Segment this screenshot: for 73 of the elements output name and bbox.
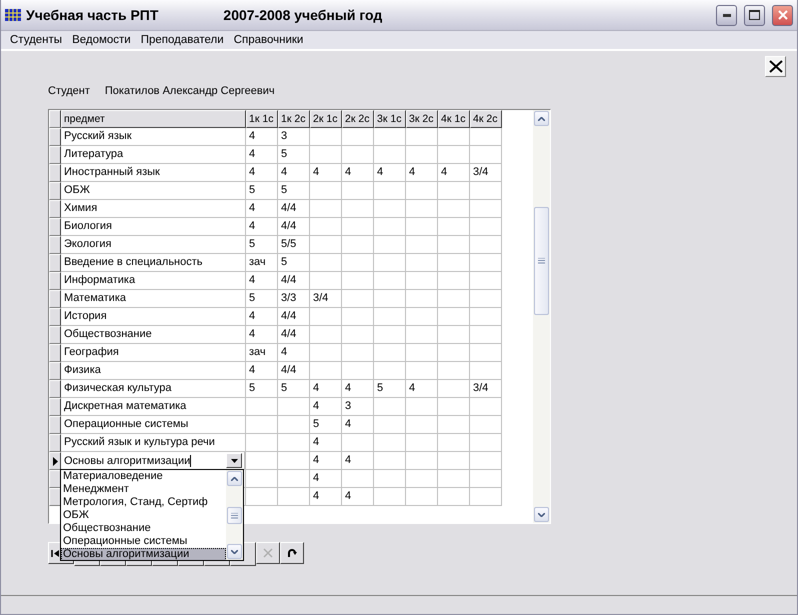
grade-cell: 4 — [310, 164, 342, 182]
grade-cell: 4 — [438, 164, 470, 182]
grade-cell: 4/4 — [278, 308, 310, 326]
subject-cell: Русский язык — [61, 128, 246, 146]
grade-cell: 3 — [342, 398, 374, 416]
grade-cell: 5 — [246, 380, 278, 398]
grade-cell: 5 — [374, 380, 406, 398]
grade-cell: 5 — [278, 182, 310, 200]
grade-cell: 4/4 — [278, 362, 310, 380]
window-subtitle: 2007-2008 учебный год — [223, 7, 382, 23]
grade-cell: 4 — [246, 128, 278, 146]
grade-cell: 5 — [278, 254, 310, 272]
grade-cell: 5 — [246, 182, 278, 200]
grade-cell: 5 — [278, 380, 310, 398]
grade-cell: зач — [246, 254, 278, 272]
grade-cell: 4 — [406, 380, 438, 398]
grade-cell: 4/4 — [278, 218, 310, 236]
subject-cell: Иностранный язык — [61, 164, 246, 182]
grade-cell: 3/4 — [470, 380, 502, 398]
subject-cell: Биология — [61, 218, 246, 236]
subject-cell: Экология — [61, 236, 246, 254]
subject-cell: Физическая культура — [61, 380, 246, 398]
grade-cell: 3/4 — [310, 290, 342, 308]
grade-cell: 4 — [246, 362, 278, 380]
grade-cell: 3 — [278, 128, 310, 146]
window-title: Учебная часть РПТ — [26, 7, 158, 23]
grade-cell: 5 — [246, 290, 278, 308]
grade-cell: 4/4 — [278, 200, 310, 218]
subject-cell: Математика — [61, 290, 246, 308]
subject-cell: История — [61, 308, 246, 326]
subject-cell: Обществознание — [61, 326, 246, 344]
grade-cell: 4 — [278, 344, 310, 362]
grade-cell: 4 — [310, 452, 342, 470]
subject-cell: Литература — [61, 146, 246, 164]
grade-cell: 4 — [342, 452, 374, 470]
grade-cell: 3/3 — [278, 290, 310, 308]
grade-cell: 4 — [342, 416, 374, 434]
grade-cell: 5 — [310, 416, 342, 434]
subject-cell: Химия — [61, 200, 246, 218]
grade-cell: 4 — [310, 398, 342, 416]
grade-cell: 4 — [246, 146, 278, 164]
grade-cell: 5/5 — [278, 236, 310, 254]
subject-cell: ОБЖ — [61, 182, 246, 200]
grade-cell: 4 — [246, 326, 278, 344]
grade-cell: 4 — [246, 164, 278, 182]
grade-cell: 4 — [310, 380, 342, 398]
grade-cell: 4 — [278, 164, 310, 182]
subject-cell: Введение в специальность — [61, 254, 246, 272]
grade-cell: 4 — [310, 470, 342, 488]
subject-cell: Дискретная математика — [61, 398, 246, 416]
grade-cell: 5 — [278, 146, 310, 164]
grade-cell: 4 — [310, 434, 342, 452]
grade-cell: 4/4 — [278, 326, 310, 344]
grade-cell: 3/4 — [470, 164, 502, 182]
grade-cell: 4 — [342, 164, 374, 182]
student-name: Покатилов Александр Сергеевич — [104, 85, 275, 97]
grade-cell: зач — [246, 344, 278, 362]
grade-cell: 4 — [246, 200, 278, 218]
grade-cell: 4 — [374, 164, 406, 182]
grade-cell: 4 — [342, 488, 374, 506]
grade-cell: 4 — [310, 488, 342, 506]
grade-cell: 4/4 — [278, 272, 310, 290]
subject-cell: Информатика — [61, 272, 246, 290]
subject-cell: Операционные системы — [61, 416, 246, 434]
subject-cell: География — [61, 344, 246, 362]
grade-cell: 4 — [406, 164, 438, 182]
grade-cell: 4 — [246, 272, 278, 290]
grade-cell: 4 — [342, 380, 374, 398]
subject-cell: Физика — [61, 362, 246, 380]
grade-cell: 5 — [246, 236, 278, 254]
grade-cell: 4 — [246, 308, 278, 326]
grade-cell: 4 — [246, 218, 278, 236]
student-label: Студент — [48, 85, 90, 97]
